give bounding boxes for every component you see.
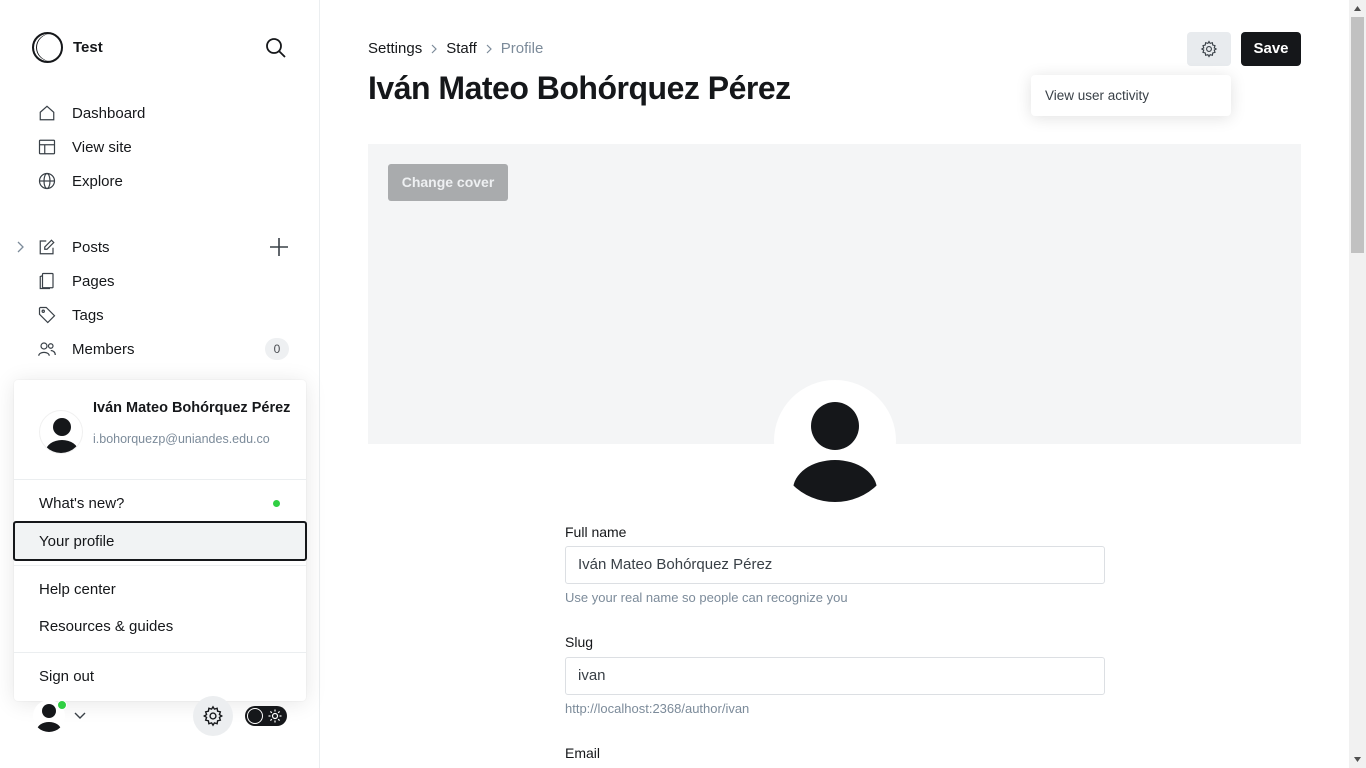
- new-indicator-dot: [273, 500, 280, 507]
- your-profile-item[interactable]: Your profile: [13, 521, 307, 561]
- breadcrumb-settings[interactable]: Settings: [368, 40, 422, 57]
- full-name-label: Full name: [565, 524, 627, 540]
- divider: [14, 565, 306, 566]
- full-name-hint: Use your real name so people can recogni…: [565, 590, 848, 605]
- divider: [14, 479, 306, 480]
- members-count-badge: 0: [265, 338, 289, 360]
- site-title: Test: [73, 39, 103, 56]
- your-profile-label: Your profile: [39, 533, 115, 550]
- slug-input[interactable]: ivan: [565, 657, 1105, 695]
- nav-dashboard-label: Dashboard: [72, 104, 146, 122]
- theme-toggle[interactable]: [245, 706, 287, 726]
- view-user-activity-item[interactable]: View user activity: [1045, 88, 1149, 103]
- settings-gear-button[interactable]: [193, 696, 233, 736]
- new-post-plus-icon[interactable]: [268, 236, 290, 258]
- pages-icon: [38, 272, 56, 290]
- gear-icon: [202, 705, 224, 727]
- nav-members-label: Members: [72, 340, 135, 358]
- user-menu-name: Iván Mateo Bohórquez Pérez: [93, 400, 291, 416]
- members-icon: [38, 340, 56, 358]
- sun-icon: [268, 709, 282, 723]
- nav-posts-label: Posts: [72, 238, 110, 256]
- gear-icon: [1200, 40, 1218, 58]
- nav-dashboard[interactable]: Dashboard: [38, 101, 145, 125]
- nav-posts[interactable]: Posts: [38, 235, 110, 259]
- change-cover-button[interactable]: Change cover: [388, 164, 508, 201]
- toggle-knob: [247, 708, 263, 724]
- nav-view-site[interactable]: View site: [38, 135, 132, 159]
- scroll-down-arrow-icon[interactable]: [1353, 755, 1362, 764]
- online-status-dot: [57, 700, 67, 710]
- save-button[interactable]: Save: [1241, 32, 1301, 66]
- nav-pages-label: Pages: [72, 272, 115, 290]
- breadcrumb: Settings Staff Profile: [368, 40, 543, 57]
- scrollbar-thumb[interactable]: [1351, 17, 1364, 253]
- chevron-right-icon: [486, 44, 492, 53]
- profile-avatar[interactable]: [774, 380, 896, 502]
- scroll-up-arrow-icon[interactable]: [1353, 4, 1362, 13]
- chevron-right-icon[interactable]: [14, 240, 26, 254]
- layout-icon: [38, 138, 56, 156]
- page-title: Iván Mateo Bohórquez Pérez: [368, 70, 791, 106]
- slug-hint: http://localhost:2368/author/ivan: [565, 701, 750, 716]
- divider: [14, 652, 306, 653]
- nav-tags[interactable]: Tags: [38, 303, 104, 327]
- nav-explore[interactable]: Explore: [38, 169, 123, 193]
- resources-guides-item[interactable]: Resources & guides: [39, 618, 173, 635]
- breadcrumb-profile: Profile: [500, 40, 544, 57]
- whats-new-item[interactable]: What's new?: [39, 495, 124, 512]
- help-center-item[interactable]: Help center: [39, 581, 116, 598]
- breadcrumb-staff[interactable]: Staff: [446, 40, 477, 57]
- slug-label: Slug: [565, 634, 594, 650]
- user-menu-email: i.bohorquezp@uniandes.edu.co: [93, 432, 270, 446]
- site-brand[interactable]: Test: [32, 32, 103, 63]
- sidebar: Test Dashboard View site Explore Posts P…: [0, 0, 320, 768]
- chevron-right-icon: [431, 44, 438, 53]
- search-icon[interactable]: [264, 36, 290, 62]
- user-actions-dropdown: View user activity: [1031, 75, 1231, 116]
- globe-icon: [38, 172, 56, 190]
- nav-pages[interactable]: Pages: [38, 269, 115, 293]
- nav-tags-label: Tags: [72, 306, 104, 324]
- home-icon: [38, 104, 56, 122]
- tag-icon: [38, 306, 56, 324]
- full-name-input[interactable]: Iván Mateo Bohórquez Pérez: [565, 546, 1105, 584]
- sign-out-item[interactable]: Sign out: [39, 668, 94, 685]
- nav-explore-label: Explore: [72, 172, 123, 190]
- user-menu-popup: Iván Mateo Bohórquez Pérez i.bohorquezp@…: [13, 380, 307, 701]
- user-actions-button[interactable]: [1187, 32, 1231, 66]
- site-logo-icon: [32, 32, 63, 63]
- nav-view-site-label: View site: [72, 138, 132, 156]
- nav-members[interactable]: Members: [38, 337, 135, 361]
- edit-icon: [38, 238, 56, 256]
- user-avatar: [39, 410, 83, 454]
- email-label: Email: [565, 745, 601, 761]
- chevron-down-icon[interactable]: [73, 709, 87, 723]
